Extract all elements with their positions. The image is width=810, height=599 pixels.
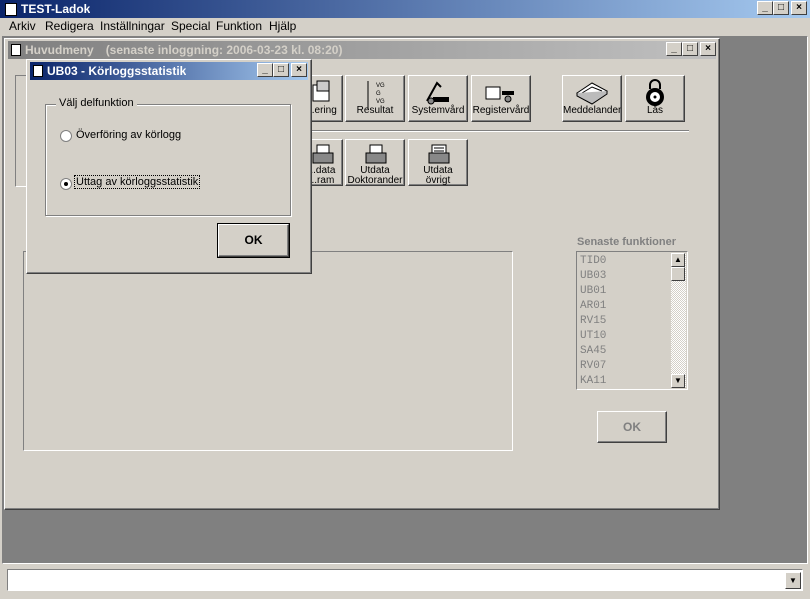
menu-arkiv[interactable]: Arkiv: [9, 18, 36, 35]
dialog-ok-button[interactable]: OK: [217, 223, 290, 258]
close-icon[interactable]: ×: [791, 1, 807, 15]
minimize-icon[interactable]: _: [757, 1, 773, 15]
recent-function-item[interactable]: TID0: [580, 254, 606, 269]
toolbar-label: Resultat: [356, 105, 394, 116]
app-title: TEST-Ladok: [21, 2, 91, 16]
result-button[interactable]: VG G VG Resultat: [345, 75, 405, 122]
document-icon: [33, 65, 43, 77]
system-care-button[interactable]: Systemvård: [408, 75, 468, 122]
document-icon: [11, 44, 21, 56]
main-window-titlebar: Huvudmeny (senaste inloggning: 2006-03-2…: [8, 41, 716, 59]
recent-function-item[interactable]: UB01: [580, 284, 606, 299]
command-input[interactable]: [10, 572, 784, 590]
lock-button[interactable]: Lås: [625, 75, 685, 122]
toolbar-label: Meddelanden: [563, 105, 622, 116]
messages-button[interactable]: Meddelanden: [562, 75, 622, 122]
main-window-title: Huvudmeny: [25, 43, 94, 57]
output-other-button[interactable]: Utdata övrigt: [408, 139, 468, 186]
menu-label: Arkiv: [9, 19, 36, 33]
recent-function-item[interactable]: SA45: [580, 344, 606, 359]
ok-label: OK: [244, 233, 263, 247]
scroll-up-icon[interactable]: ▲: [671, 253, 685, 267]
maximize-icon[interactable]: □: [273, 63, 289, 77]
minimize-icon[interactable]: _: [257, 63, 273, 77]
close-icon[interactable]: ×: [700, 42, 716, 56]
output-other-icon: [409, 143, 467, 165]
command-combo[interactable]: ▼: [7, 569, 803, 591]
recent-function-item[interactable]: UT10: [580, 329, 606, 344]
app-titlebar: TEST-Ladok _ □ ×: [0, 0, 810, 18]
recent-function-item[interactable]: UB03: [580, 269, 606, 284]
ok-label: OK: [623, 420, 641, 434]
system-care-icon: [409, 79, 467, 105]
chevron-down-icon[interactable]: ▼: [785, 572, 801, 589]
recent-function-item[interactable]: AR01: [580, 299, 606, 314]
toolbar-label: Registervård: [472, 105, 530, 116]
result-icon: VG G VG: [346, 79, 404, 109]
radio-transfer-log[interactable]: [60, 130, 72, 142]
group-label: Välj delfunktion: [56, 97, 137, 109]
last-login: (senaste inloggning: 2006-03-23 kl. 08:2…: [105, 43, 343, 57]
svg-text:G: G: [376, 91, 381, 97]
register-care-button[interactable]: Registervård: [471, 75, 531, 122]
recent-functions-list[interactable]: TID0 UB03 UB01 AR01 RV15 UT10 SA45 RV07 KA11 ▲ ▼: [576, 251, 688, 390]
close-icon[interactable]: ×: [291, 63, 307, 77]
dialog-title: UB03 - Körloggsstatistik: [47, 64, 187, 78]
maximize-icon[interactable]: □: [682, 42, 698, 56]
menu-installningar[interactable]: Inställningar: [100, 18, 165, 35]
toolbar-separator: [295, 130, 689, 132]
messages-icon: [563, 79, 621, 105]
scroll-down-icon[interactable]: ▼: [671, 374, 685, 388]
app-icon: [5, 2, 17, 16]
svg-text:VG: VG: [376, 83, 385, 89]
recent-ok-button[interactable]: OK: [597, 411, 667, 443]
menu-special[interactable]: Special: [171, 18, 210, 35]
menu-redigera[interactable]: Redigera: [45, 18, 94, 35]
maximize-icon[interactable]: □: [773, 1, 789, 15]
output-doctoral-icon: [346, 143, 404, 165]
recent-function-item[interactable]: RV15: [580, 314, 606, 329]
menu-funktion[interactable]: Funktion: [216, 18, 262, 35]
menu-label: Inställningar: [100, 19, 165, 33]
menu-label: Redigera: [45, 19, 94, 33]
toolbar-label: övrigt: [425, 175, 451, 186]
subfunction-group: Välj delfunktion Överföring av körlogg U…: [45, 97, 291, 216]
radio-transfer-log-label[interactable]: Överföring av körlogg: [76, 129, 181, 141]
radio-log-statistics[interactable]: [60, 178, 72, 190]
toolbar-label: Lås: [646, 105, 664, 116]
toolbar-label: Doktorander: [347, 175, 403, 186]
dialog-titlebar: UB03 - Körloggsstatistik _ □ ×: [30, 62, 308, 80]
info-panel: [23, 251, 513, 451]
register-care-icon: [472, 79, 530, 105]
scroll-thumb[interactable]: [671, 267, 685, 281]
toolbar-label: Systemvård: [411, 105, 465, 116]
lock-icon: [626, 79, 684, 106]
menu-hjalp[interactable]: Hjälp: [269, 18, 296, 35]
menu-label: Special: [171, 19, 211, 33]
minimize-icon[interactable]: _: [666, 42, 682, 56]
menu-label: Hjälp: [269, 19, 297, 33]
menubar: Arkiv Redigera Inställningar Special Fun…: [0, 18, 810, 35]
recent-function-item[interactable]: RV07: [580, 359, 606, 374]
menu-label: Funktion: [216, 19, 263, 33]
dialog-window: UB03 - Körloggsstatistik _ □ × Välj delf…: [26, 59, 312, 274]
recent-functions-title: Senaste funktioner: [577, 236, 677, 248]
output-doctoral-button[interactable]: Utdata Doktorander: [345, 139, 405, 186]
radio-log-statistics-label[interactable]: Uttag av körloggsstatistik: [73, 175, 201, 189]
recent-function-item[interactable]: KA11: [580, 374, 606, 389]
recent-scrollbar[interactable]: ▲ ▼: [671, 253, 686, 388]
